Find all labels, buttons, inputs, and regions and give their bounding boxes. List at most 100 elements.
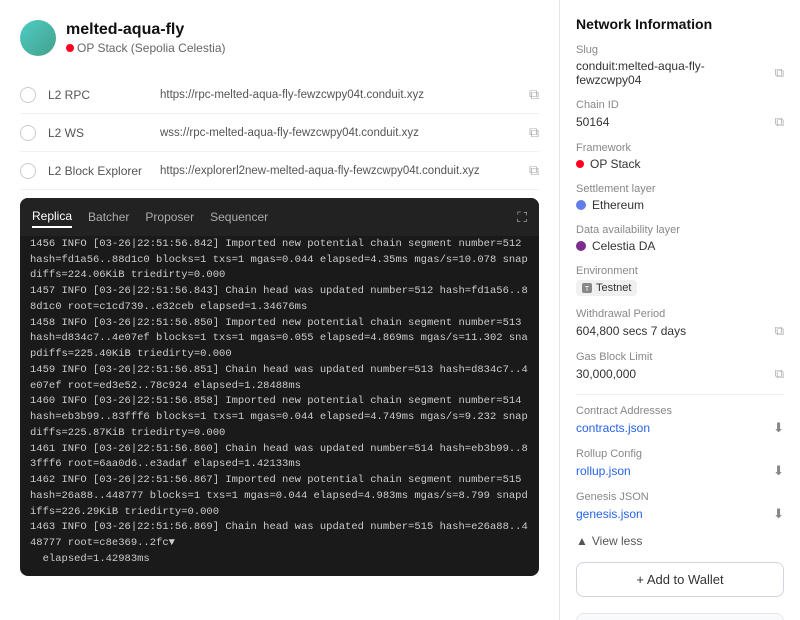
main-panel: melted-aqua-fly OP Stack (Sepolia Celest… (0, 0, 560, 620)
slug-value: conduit:melted-aqua-fly-fewzcwpy04 (576, 59, 769, 87)
terminal-log-line: 1463 INFO [03-26|22:51:56.869] Chain hea… (30, 520, 529, 552)
terminal-log-line: 1460 INFO [03-26|22:51:56.858] Imported … (30, 394, 529, 441)
ws-label: L2 WS (48, 126, 148, 140)
ws-url: wss://rpc-melted-aqua-fly-fewzcwpy04t.co… (160, 127, 517, 139)
framework-value: OP Stack (590, 157, 640, 171)
chain-id-value: 50164 (576, 115, 609, 129)
testnet-icon: T (582, 283, 592, 293)
contracts-link[interactable]: contracts.json (576, 421, 650, 435)
genesis-download-icon[interactable]: ⬇ (773, 506, 784, 522)
explorer-row: L2 Block Explorer https://explorerl2new-… (20, 152, 539, 190)
chain-id-row: Chain ID 50164 ⧉ (576, 99, 784, 130)
framework-value-row: OP Stack (576, 157, 784, 171)
avatar (20, 20, 56, 56)
view-less-btn[interactable]: ▲ View less (576, 534, 784, 548)
gas-value-row: 30,000,000 ⧉ (576, 366, 784, 382)
ws-indicator (20, 125, 36, 141)
framework-row: Framework OP Stack (576, 142, 784, 171)
rollup-link-row: rollup.json ⬇ (576, 463, 784, 479)
environment-row: Environment T Testnet (576, 265, 784, 296)
testnet-badge: T Testnet (576, 280, 637, 296)
ws-row: L2 WS wss://rpc-melted-aqua-fly-fewzcwpy… (20, 114, 539, 152)
contracts-row: Contract Addresses contracts.json ⬇ (576, 405, 784, 436)
environment-value-row: T Testnet (576, 280, 784, 296)
network-rows: L2 RPC https://rpc-melted-aqua-fly-fewzc… (20, 76, 539, 190)
deploy-section: Deploy on mainnet Ready for mainnet? Req… (576, 613, 784, 620)
genesis-label: Genesis JSON (576, 491, 784, 503)
explorer-copy-icon[interactable]: ⧉ (529, 162, 539, 179)
terminal-body: INFO [03-26|22:51:56.798] Imported new p… (20, 236, 539, 576)
terminal-log-line: 1461 INFO [03-26|22:51:56.860] Chain hea… (30, 442, 529, 474)
explorer-label: L2 Block Explorer (48, 164, 148, 178)
chain-subtitle-text: OP Stack (Sepolia Celestia) (77, 41, 226, 55)
view-less-label: View less (592, 534, 642, 548)
explorer-indicator (20, 163, 36, 179)
settlement-label: Settlement layer (576, 183, 784, 195)
contracts-label: Contract Addresses (576, 405, 784, 417)
chain-title: melted-aqua-fly (66, 21, 226, 39)
explorer-url: https://explorerl2new-melted-aqua-fly-fe… (160, 165, 517, 177)
app-header: melted-aqua-fly OP Stack (Sepolia Celest… (20, 20, 539, 56)
withdrawal-row: Withdrawal Period 604,800 secs 7 days ⧉ (576, 308, 784, 339)
environment-label: Environment (576, 265, 784, 277)
slug-row: Slug conduit:melted-aqua-fly-fewzcwpy04 … (576, 44, 784, 87)
ws-copy-icon[interactable]: ⧉ (529, 124, 539, 141)
slug-copy-icon[interactable]: ⧉ (775, 65, 784, 81)
data-avail-value-row: Celestia DA (576, 239, 784, 253)
gas-value: 30,000,000 (576, 367, 636, 381)
data-avail-value: Celestia DA (592, 239, 655, 253)
genesis-link[interactable]: genesis.json (576, 507, 643, 521)
framework-label: Framework (576, 142, 784, 154)
chain-subtitle: OP Stack (Sepolia Celestia) (66, 41, 226, 55)
chain-id-copy-icon[interactable]: ⧉ (775, 114, 784, 130)
rollup-link[interactable]: rollup.json (576, 464, 631, 478)
gas-row: Gas Block Limit 30,000,000 ⧉ (576, 351, 784, 382)
rpc-url: https://rpc-melted-aqua-fly-fewzcwpy04t.… (160, 89, 517, 101)
contracts-link-row: contracts.json ⬇ (576, 420, 784, 436)
rpc-label: L2 RPC (48, 88, 148, 102)
terminal: Replica Batcher Proposer Sequencer ⛶ INF… (20, 198, 539, 576)
network-info-title: Network Information (576, 16, 784, 32)
withdrawal-label: Withdrawal Period (576, 308, 784, 320)
tab-batcher[interactable]: Batcher (88, 207, 129, 227)
settlement-value: Ethereum (592, 198, 644, 212)
terminal-log-line: 1459 INFO [03-26|22:51:56.851] Chain hea… (30, 363, 529, 395)
settlement-value-row: Ethereum (576, 198, 784, 212)
header-info: melted-aqua-fly OP Stack (Sepolia Celest… (66, 21, 226, 55)
rollup-label: Rollup Config (576, 448, 784, 460)
celestia-dot (576, 241, 586, 251)
expand-icon[interactable]: ⛶ (517, 209, 527, 226)
tab-replica[interactable]: Replica (32, 206, 72, 228)
withdrawal-value-row: 604,800 secs 7 days ⧉ (576, 323, 784, 339)
rollup-row: Rollup Config rollup.json ⬇ (576, 448, 784, 479)
genesis-link-row: genesis.json ⬇ (576, 506, 784, 522)
settlement-row: Settlement layer Ethereum (576, 183, 784, 212)
slug-label: Slug (576, 44, 784, 56)
eth-dot (576, 200, 586, 210)
chain-id-label: Chain ID (576, 99, 784, 111)
rpc-copy-icon[interactable]: ⧉ (529, 86, 539, 103)
genesis-row: Genesis JSON genesis.json ⬇ (576, 491, 784, 522)
data-avail-row: Data availability layer Celestia DA (576, 224, 784, 253)
slug-value-row: conduit:melted-aqua-fly-fewzcwpy04 ⧉ (576, 59, 784, 87)
side-panel: Network Information Slug conduit:melted-… (560, 0, 800, 620)
gas-copy-icon[interactable]: ⧉ (775, 366, 784, 382)
withdrawal-copy-icon[interactable]: ⧉ (775, 323, 784, 339)
op-dot (66, 44, 74, 52)
add-to-wallet-button[interactable]: + Add to Wallet (576, 562, 784, 597)
op-badge: OP Stack (Sepolia Celestia) (66, 41, 226, 55)
contracts-download-icon[interactable]: ⬇ (773, 420, 784, 436)
tab-sequencer[interactable]: Sequencer (210, 207, 268, 227)
terminal-tab-bar: Replica Batcher Proposer Sequencer ⛶ (20, 198, 539, 236)
tab-proposer[interactable]: Proposer (145, 207, 194, 227)
withdrawal-value: 604,800 secs 7 days (576, 324, 686, 338)
environment-value: Testnet (596, 282, 631, 294)
rpc-row: L2 RPC https://rpc-melted-aqua-fly-fewzc… (20, 76, 539, 114)
terminal-log-line: 1456 INFO [03-26|22:51:56.842] Imported … (30, 237, 529, 284)
add-wallet-label: + Add to Wallet (636, 572, 723, 587)
chevron-up-icon: ▲ (576, 534, 588, 548)
rollup-download-icon[interactable]: ⬇ (773, 463, 784, 479)
data-avail-label: Data availability layer (576, 224, 784, 236)
terminal-log-line: 1458 INFO [03-26|22:51:56.850] Imported … (30, 316, 529, 363)
chain-id-value-row: 50164 ⧉ (576, 114, 784, 130)
